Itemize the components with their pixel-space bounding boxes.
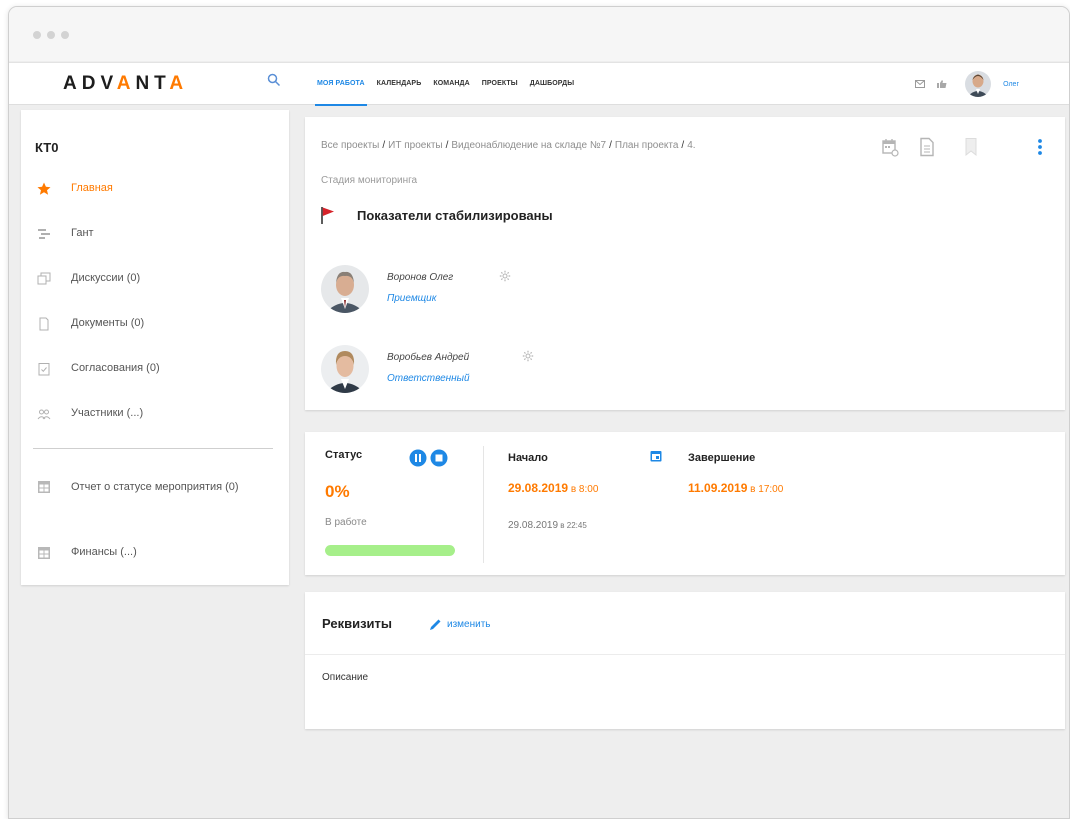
- status-divider: [483, 446, 484, 563]
- flag-icon: [321, 207, 334, 224]
- like-icon[interactable]: [937, 80, 947, 88]
- document-icon: [39, 317, 49, 331]
- sidebar-item-discussions[interactable]: Дискуссии (0): [37, 272, 277, 286]
- edit-details-button[interactable]: изменить: [429, 617, 491, 631]
- window-dot-icon: [33, 31, 41, 39]
- progress-bar-fill: [325, 545, 455, 556]
- breadcrumb-item[interactable]: План проекта: [615, 140, 679, 151]
- sidebar-item-gantt[interactable]: Гант: [37, 227, 277, 241]
- person-name[interactable]: Воронов Олег: [387, 272, 453, 283]
- sidebar: КТ0 Главная Гант Дискуссии (0) Документы…: [21, 110, 289, 585]
- progress-bar: [325, 545, 455, 556]
- sidebar-item-label: Участники (...): [71, 407, 144, 419]
- start-date[interactable]: 29.08.2019 в 8:00: [508, 481, 598, 495]
- browser-window: ADVANTA МОЯ РАБОТА КАЛЕНДАРЬ КОМАНДА ПРО…: [8, 6, 1070, 819]
- nav-my-work[interactable]: МОЯ РАБОТА: [311, 63, 371, 106]
- calendar-settings-icon[interactable]: [881, 137, 899, 157]
- sidebar-item-main[interactable]: Главная: [37, 182, 277, 196]
- more-vertical-icon[interactable]: [1035, 137, 1045, 157]
- sidebar-item-documents[interactable]: Документы (0): [37, 317, 277, 331]
- details-divider: [305, 654, 1065, 655]
- state-label: В работе: [325, 517, 367, 528]
- person-name[interactable]: Воробьев Андрей: [387, 352, 469, 363]
- sidebar-item-label: Финансы (...): [71, 546, 137, 558]
- sidebar-item-label: Документы (0): [71, 317, 145, 329]
- sidebar-item-label: Согласования (0): [71, 362, 160, 374]
- sidebar-item-status-report[interactable]: Отчет о статусе мероприятия (0): [37, 480, 277, 496]
- sidebar-item-finance[interactable]: Финансы (...): [37, 546, 277, 560]
- stop-icon[interactable]: [430, 449, 448, 467]
- task-header-panel: Все проекты / ИТ проекты / Видеонаблюдение н…: [305, 117, 1065, 410]
- gear-icon[interactable]: [522, 350, 534, 362]
- person-avatar[interactable]: [321, 345, 369, 393]
- status-label: Статус: [325, 449, 363, 461]
- advanta-logo[interactable]: ADVANTA: [63, 73, 188, 95]
- status-panel: Статус 0% В работе Начало Завершение 29.…: [305, 432, 1065, 575]
- stage-label: Стадия мониторинга: [321, 175, 418, 186]
- user-name[interactable]: Олег: [1003, 81, 1019, 88]
- breadcrumb-item[interactable]: Видеонаблюдение на складе №7: [451, 140, 606, 151]
- sidebar-title: КТ0: [35, 140, 59, 155]
- sidebar-item-participants[interactable]: Участники (...): [37, 407, 277, 421]
- breadcrumb-item[interactable]: ИТ проекты: [388, 140, 442, 151]
- nav-dashboards[interactable]: ДАШБОРДЫ: [524, 63, 580, 105]
- discussion-icon: [37, 272, 51, 285]
- end-date[interactable]: 11.09.2019 в 17:00: [688, 481, 783, 495]
- sidebar-item-label: Главная: [71, 182, 113, 194]
- nav-team[interactable]: КОМАНДА: [427, 63, 475, 105]
- star-icon: [37, 182, 51, 195]
- breadcrumb-item[interactable]: Все проекты: [321, 140, 379, 151]
- start-label: Начало: [508, 452, 548, 464]
- person-avatar[interactable]: [321, 265, 369, 313]
- main-menu: МОЯ РАБОТА КАЛЕНДАРЬ КОМАНДА ПРОЕКТЫ ДАШ…: [311, 63, 580, 106]
- sidebar-item-approvals[interactable]: Согласования (0): [37, 362, 277, 376]
- sidebar-item-label: Дискуссии (0): [71, 272, 141, 284]
- progress-percent: 0%: [325, 482, 350, 501]
- actual-start: 29.08.2019 в 22:45: [508, 520, 587, 531]
- calendar-icon[interactable]: [650, 450, 662, 462]
- window-dot-icon: [47, 31, 55, 39]
- window-titlebar: [9, 7, 1069, 61]
- nav-calendar[interactable]: КАЛЕНДАРЬ: [371, 63, 428, 105]
- end-label: Завершение: [688, 452, 756, 464]
- gantt-icon: [38, 229, 50, 239]
- search-icon[interactable]: [267, 73, 281, 87]
- sidebar-item-label: Гант: [71, 227, 94, 239]
- details-panel: Реквизиты изменить Описание: [305, 592, 1065, 729]
- sidebar-item-label: Отчет о статусе мероприятия (0): [71, 481, 239, 493]
- participants-icon: [37, 409, 51, 420]
- approval-icon: [38, 363, 50, 376]
- user-avatar[interactable]: [965, 71, 992, 97]
- table-icon: [38, 547, 50, 559]
- breadcrumb-item[interactable]: 4.: [687, 140, 695, 151]
- person-role[interactable]: Приемщик: [387, 293, 436, 304]
- top-navbar: ADVANTA МОЯ РАБОТА КАЛЕНДАРЬ КОМАНДА ПРО…: [9, 62, 1069, 106]
- task-title: Показатели стабилизированы: [357, 208, 553, 223]
- pause-icon[interactable]: [409, 449, 427, 467]
- bookmark-icon[interactable]: [962, 137, 980, 157]
- nav-projects[interactable]: ПРОЕКТЫ: [476, 63, 524, 105]
- gear-icon[interactable]: [499, 270, 511, 282]
- table-icon: [38, 481, 50, 493]
- mail-icon[interactable]: [915, 80, 926, 88]
- description-label: Описание: [322, 672, 369, 683]
- file-icon[interactable]: [918, 137, 936, 157]
- person-role[interactable]: Ответственный: [387, 373, 470, 384]
- user-area: Олег: [915, 63, 1019, 105]
- sidebar-divider: [33, 448, 273, 449]
- pencil-icon: [430, 619, 441, 630]
- window-dot-icon: [61, 31, 69, 39]
- edit-details-label: изменить: [447, 618, 491, 630]
- details-title: Реквизиты: [322, 616, 392, 631]
- breadcrumb: Все проекты / ИТ проекты / Видеонаблюдение н…: [321, 140, 696, 151]
